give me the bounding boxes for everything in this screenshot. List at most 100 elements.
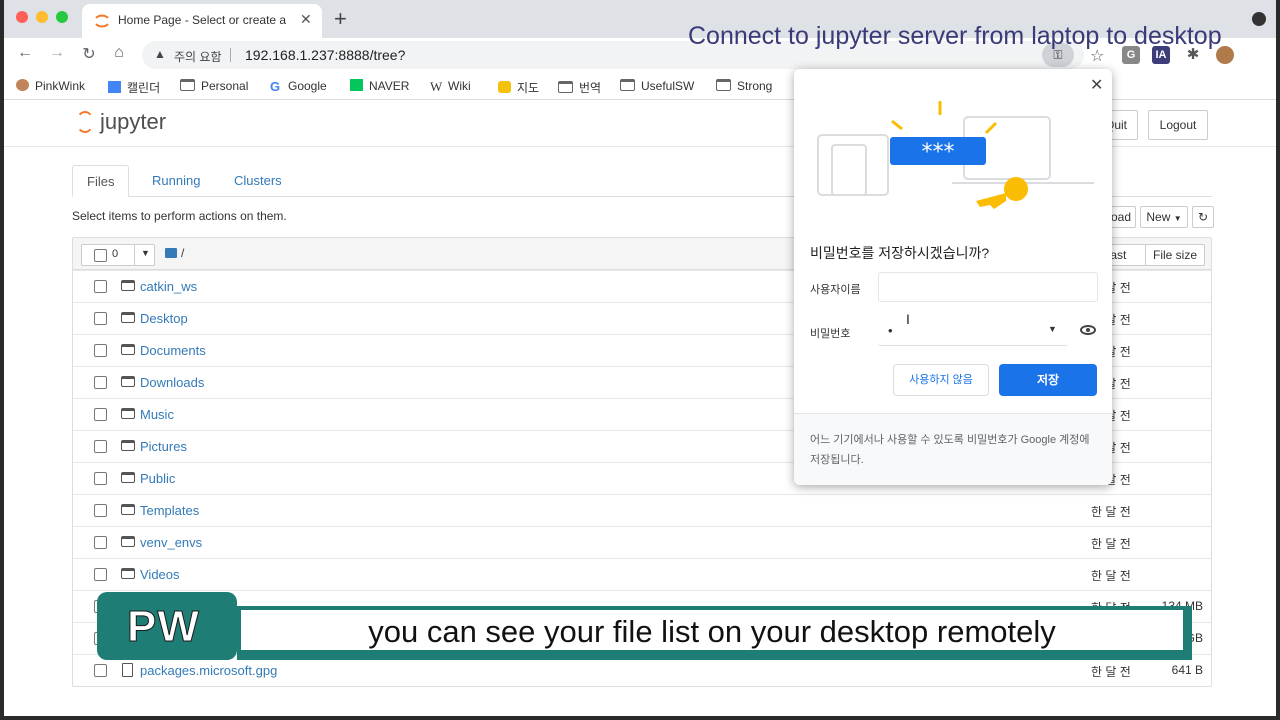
folder-icon <box>165 248 177 258</box>
file-icon <box>122 663 133 677</box>
row-checkbox[interactable] <box>94 408 107 421</box>
browser-tab-active[interactable]: Home Page - Select or create a ✕ <box>82 4 322 38</box>
naver-icon <box>350 79 363 91</box>
never-button[interactable]: 사용하지 않음 <box>893 364 989 396</box>
google-icon: G <box>270 79 281 94</box>
row-checkbox[interactable] <box>94 664 107 677</box>
channel-badge: PW <box>97 592 237 660</box>
text-cursor-icon: I <box>906 311 910 327</box>
chevron-down-icon[interactable]: ▼ <box>141 248 150 258</box>
bookmark-label: UsefulSW <box>641 79 695 93</box>
bookmark-pinkwink[interactable]: PinkWink <box>16 79 85 93</box>
bookmark-label: Wiki <box>448 79 471 93</box>
tab-close-icon[interactable]: ✕ <box>300 11 312 28</box>
table-row[interactable]: Videos 한 달 전 <box>73 558 1211 590</box>
row-name-link[interactable]: Desktop <box>140 311 188 326</box>
profile-menu-icon[interactable] <box>1252 12 1266 26</box>
row-name-link[interactable]: catkin_ws <box>140 279 197 294</box>
table-row[interactable]: venv_envs 한 달 전 <box>73 526 1211 558</box>
row-name-link[interactable]: packages.microsoft.gpg <box>140 663 277 678</box>
save-password-dialog: ✕ *** 비밀번호를 저장하시겠습니까? 사용자이름 비밀번호 • ▼ I 사… <box>794 69 1112 485</box>
bookmark-google[interactable]: G Google <box>270 79 327 94</box>
selection-hint: Select items to perform actions on them. <box>72 209 287 223</box>
back-arrow-icon[interactable]: ← <box>14 44 36 62</box>
row-checkbox[interactable] <box>94 440 107 453</box>
row-name-link[interactable]: Music <box>140 407 174 422</box>
refresh-button[interactable]: ↻ <box>1192 206 1214 228</box>
username-field[interactable] <box>878 272 1098 302</box>
bookmark-calendar[interactable]: 캘린더 <box>108 79 160 96</box>
jupyter-logo[interactable]: jupyter <box>76 109 166 135</box>
bookmark-label: 번역 <box>579 81 602 95</box>
bookmark-map[interactable]: 지도 <box>498 79 539 96</box>
maximize-window-button[interactable] <box>56 11 68 23</box>
username-label: 사용자이름 <box>810 284 861 296</box>
bookmark-translate[interactable]: 번역 <box>558 79 601 96</box>
folder-icon <box>180 79 195 91</box>
security-warning-label[interactable]: 주의 요함 <box>174 48 222 65</box>
row-name-link[interactable]: venv_envs <box>140 535 202 550</box>
jupyter-favicon-icon <box>94 13 110 29</box>
bookmark-label: PinkWink <box>35 79 86 93</box>
row-name-link[interactable]: Downloads <box>140 375 204 390</box>
calendar-icon <box>108 81 121 93</box>
bookmark-wiki[interactable]: W Wiki <box>430 79 471 94</box>
sort-file-size-button[interactable]: File size <box>1145 244 1205 266</box>
breadcrumb-root: / <box>181 246 185 260</box>
save-button[interactable]: 저장 <box>999 364 1097 396</box>
row-name-link[interactable]: Public <box>140 471 175 486</box>
row-checkbox[interactable] <box>94 568 107 581</box>
tab-files[interactable]: Files <box>72 165 130 197</box>
warning-triangle-icon[interactable]: ▲ <box>154 47 166 61</box>
breadcrumb[interactable]: / <box>165 246 184 260</box>
folder-icon <box>716 79 731 91</box>
tab-running[interactable]: Running <box>138 165 214 197</box>
tab-title: Home Page - Select or create a <box>118 13 287 27</box>
row-checkbox[interactable] <box>94 312 107 325</box>
dialog-footer-text: 어느 기기에서나 사용할 수 있도록 비밀번호가 Google 계정에 저장됩니… <box>810 434 1090 466</box>
bookmark-label: 캘린더 <box>127 81 161 95</box>
row-checkbox[interactable] <box>94 504 107 517</box>
minimize-window-button[interactable] <box>36 11 48 23</box>
subtitle-box: you can see your file list on your deskt… <box>241 610 1183 650</box>
selected-count: 0 <box>112 248 119 260</box>
table-row[interactable]: Templates 한 달 전 <box>73 494 1211 526</box>
reload-icon[interactable]: ↻ <box>78 44 100 64</box>
bookmark-naver[interactable]: NAVER <box>350 79 409 93</box>
new-tab-button[interactable]: + <box>334 6 347 32</box>
home-icon[interactable]: ⌂ <box>108 44 130 62</box>
row-checkbox[interactable] <box>94 376 107 389</box>
chevron-down-icon[interactable]: ▼ <box>1048 324 1057 334</box>
select-all-checkbox[interactable] <box>94 249 107 262</box>
row-checkbox[interactable] <box>94 344 107 357</box>
folder-icon <box>121 408 135 419</box>
bookmark-strong[interactable]: Strong <box>716 79 772 93</box>
new-dropdown-button[interactable]: New ▼ <box>1140 206 1188 228</box>
row-checkbox[interactable] <box>94 536 107 549</box>
bookmark-label: Strong <box>737 79 773 93</box>
show-password-eye-icon[interactable] <box>1080 325 1096 335</box>
bookmark-usefulsw[interactable]: UsefulSW <box>620 79 694 93</box>
channel-badge-text: PW <box>127 602 200 652</box>
folder-icon <box>121 536 135 547</box>
row-checkbox[interactable] <box>94 280 107 293</box>
bookmark-label: 지도 <box>517 81 540 95</box>
select-all-dropdown[interactable]: 0 ▼ <box>81 244 155 266</box>
row-name-link[interactable]: Templates <box>140 503 199 518</box>
row-checkbox[interactable] <box>94 472 107 485</box>
logout-button[interactable]: Logout <box>1148 110 1208 140</box>
bookmark-personal[interactable]: Personal <box>180 79 248 93</box>
row-name-link[interactable]: Pictures <box>140 439 187 454</box>
bookmark-label: NAVER <box>369 79 410 93</box>
row-name-link[interactable]: Documents <box>140 343 206 358</box>
video-overlay-caption: Connect to jupyter server from laptop to… <box>688 22 1222 50</box>
tab-clusters[interactable]: Clusters <box>220 165 296 197</box>
row-size: 641 B <box>1171 663 1203 677</box>
row-name-link[interactable]: Videos <box>140 567 180 582</box>
folder-icon <box>121 568 135 579</box>
forward-arrow-icon[interactable]: → <box>46 44 68 62</box>
close-window-button[interactable] <box>16 11 28 23</box>
eye-pupil <box>1086 328 1090 332</box>
subtitle-text: you can see your file list on your deskt… <box>368 614 1056 649</box>
address-url[interactable]: 192.168.1.237:8888/tree? <box>245 47 405 63</box>
